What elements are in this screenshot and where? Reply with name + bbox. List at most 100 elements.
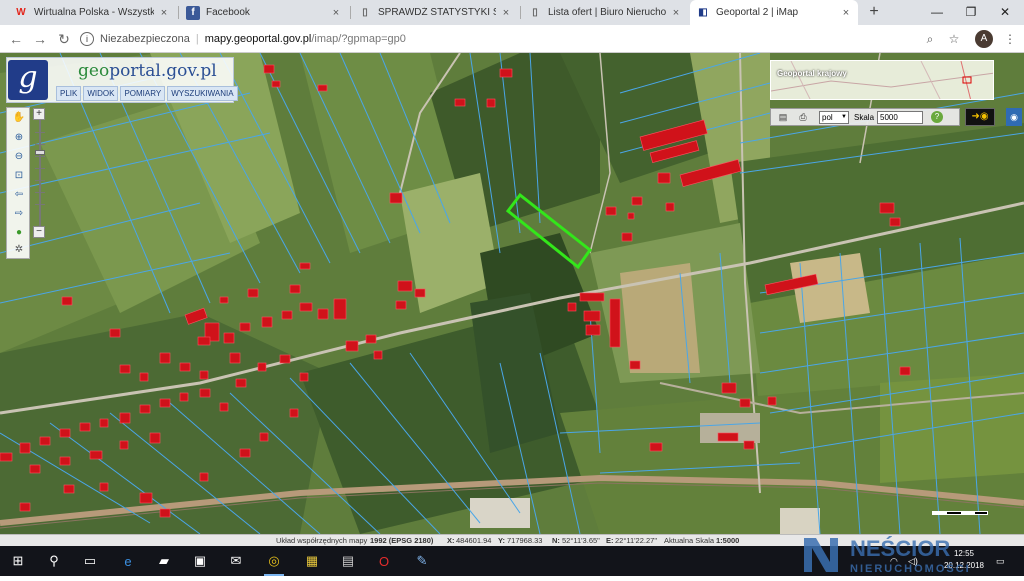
store-icon[interactable]: ▣ bbox=[188, 549, 212, 573]
tab-title: SPRAWDŹ STATYSTYKI SERWIS bbox=[378, 7, 496, 18]
zoom-tick bbox=[35, 168, 45, 169]
n-label: N: bbox=[552, 536, 560, 545]
layers-icon[interactable]: ▤ bbox=[777, 112, 789, 123]
zoom-slider-handle[interactable] bbox=[35, 150, 45, 155]
facebook-icon: f bbox=[186, 5, 200, 20]
zoom-tick bbox=[35, 192, 45, 193]
document-icon[interactable]: ▤ bbox=[336, 549, 360, 573]
n-value: 52°11'3.65" bbox=[562, 536, 600, 545]
geoportal-icon: ◧ bbox=[698, 7, 708, 18]
menu-plik[interactable]: PLIK bbox=[56, 86, 82, 101]
current-scale-value: 1:5000 bbox=[716, 536, 740, 545]
avatar[interactable]: A bbox=[975, 30, 993, 48]
close-window-button[interactable]: ✕ bbox=[988, 0, 1022, 25]
crs-label: Układ współrzędnych mapy bbox=[276, 536, 368, 545]
app-icon[interactable]: ▦ bbox=[300, 549, 324, 573]
x-value: 484601.94 bbox=[456, 536, 492, 545]
zoom-box-icon[interactable]: ⊡ bbox=[12, 170, 26, 182]
wp-icon: W bbox=[16, 7, 26, 18]
map-tools-panel: ✋ ⊕ ⊖ ⊡ ⇦ ⇨ ● ✲ bbox=[6, 107, 30, 259]
search-icon[interactable]: ⌕ bbox=[920, 29, 940, 49]
zoom-plus-button[interactable]: + bbox=[33, 108, 45, 120]
full-extent-icon[interactable]: ✲ bbox=[12, 244, 26, 256]
overview-title: Geoportal krajowy bbox=[777, 69, 847, 78]
watermark-graphic: NEŚCIOR NIERUCHOMOŚCI bbox=[804, 536, 971, 575]
minimize-button[interactable]: — bbox=[920, 0, 954, 25]
pan-hand-icon[interactable]: ✋ bbox=[12, 112, 26, 124]
logo-rest: portal.gov.pl bbox=[109, 61, 217, 81]
file-explorer-icon[interactable]: ▰ bbox=[152, 549, 176, 573]
tab-statystyki[interactable]: ▯ SPRAWDŹ STATYSTYKI SERWIS × bbox=[352, 0, 518, 25]
menu-wyszukiwania[interactable]: WYSZUKIWANIA bbox=[167, 86, 238, 101]
help-icon[interactable]: ? bbox=[931, 111, 943, 123]
tab-facebook[interactable]: f Facebook × bbox=[180, 0, 348, 25]
opera-icon[interactable]: O bbox=[372, 549, 396, 573]
close-icon[interactable]: × bbox=[500, 7, 512, 19]
menu-dots-icon[interactable]: ⋮ bbox=[1000, 29, 1020, 49]
chrome-icon[interactable]: ◎ bbox=[262, 549, 286, 576]
bookmark-star-icon[interactable]: ☆ bbox=[944, 29, 964, 49]
zoom-tick bbox=[35, 132, 45, 133]
address-bar[interactable]: i Niezabezpieczona | mapy.geoportal.gov.… bbox=[80, 29, 880, 49]
paint-icon[interactable]: ✎ bbox=[410, 549, 434, 573]
scale-bar bbox=[932, 511, 988, 515]
previous-extent-icon[interactable]: ⇦ bbox=[12, 189, 26, 201]
next-extent-icon[interactable]: ⇨ bbox=[12, 208, 26, 220]
tab-strip: W Wirtualna Polska - Wszystko co × f Fac… bbox=[0, 0, 1024, 25]
tab-title: Wirtualna Polska - Wszystko co bbox=[34, 7, 154, 18]
tab-wirtualna-polska[interactable]: W Wirtualna Polska - Wszystko co × bbox=[8, 0, 176, 25]
zoom-tick bbox=[35, 144, 45, 145]
geoportal-logo[interactable]: g bbox=[8, 60, 48, 100]
edge-browser-icon[interactable]: e bbox=[116, 549, 140, 573]
tab-title: Geoportal 2 | iMap bbox=[716, 7, 799, 18]
menu-pomiary[interactable]: POMIARY bbox=[120, 86, 166, 101]
forward-arrow-icon[interactable]: → bbox=[30, 29, 50, 49]
current-scale-label: Aktualna Skala bbox=[664, 536, 715, 545]
restore-button[interactable]: ❐ bbox=[954, 0, 988, 25]
url-path: /imap/?gpmap=gp0 bbox=[311, 33, 406, 45]
zoom-tick bbox=[35, 180, 45, 181]
zoom-minus-button[interactable]: − bbox=[33, 226, 45, 238]
overview-map[interactable]: Geoportal krajowy bbox=[770, 60, 994, 100]
close-icon[interactable]: × bbox=[670, 7, 682, 19]
logo-wordmark: geoportal.gov.pl bbox=[78, 61, 217, 81]
crs-value: 1992 (EPSG 2180) bbox=[370, 536, 434, 545]
identify-info-icon[interactable]: ● bbox=[12, 227, 26, 239]
info-icon[interactable]: i bbox=[80, 32, 94, 46]
print-icon[interactable]: ⎙ bbox=[797, 112, 809, 123]
e-label: E: bbox=[606, 536, 614, 545]
windows-start-icon[interactable]: ⊞ bbox=[6, 549, 30, 573]
close-icon[interactable]: × bbox=[158, 7, 170, 19]
security-label: Niezabezpieczona bbox=[100, 33, 190, 45]
zoom-in-icon[interactable]: ⊕ bbox=[12, 132, 26, 144]
navigation-bar: ← → ↻ i Niezabezpieczona | mapy.geoporta… bbox=[0, 25, 1024, 53]
y-label: Y: bbox=[498, 536, 505, 545]
tab-geoportal[interactable]: ◧ Geoportal 2 | iMap × bbox=[690, 0, 858, 25]
scale-input[interactable]: 5000 bbox=[877, 111, 923, 124]
task-view-icon[interactable]: ▭ bbox=[78, 549, 102, 573]
zoom-slider-track[interactable] bbox=[39, 113, 41, 227]
url-host: mapy.geoportal.gov.pl bbox=[204, 33, 312, 45]
search-icon[interactable]: ⚲ bbox=[42, 549, 66, 573]
tab-lista-ofert[interactable]: ▯ Lista ofert | Biuro Nieruchomo × bbox=[522, 0, 688, 25]
close-icon[interactable]: × bbox=[330, 7, 342, 19]
scale-label: Skala bbox=[854, 113, 875, 122]
tab-separator bbox=[350, 6, 351, 19]
language-select[interactable]: pol bbox=[819, 111, 849, 124]
menu-widok[interactable]: WIDOK bbox=[83, 86, 119, 101]
watermark-bottom-text: NIERUCHOMOŚCI bbox=[850, 562, 971, 575]
zoom-tick bbox=[35, 156, 45, 157]
zoom-out-icon[interactable]: ⊖ bbox=[12, 151, 26, 163]
zoom-tick bbox=[35, 204, 45, 205]
reload-icon[interactable]: ↻ bbox=[54, 29, 74, 49]
page-icon: ▯ bbox=[362, 7, 368, 18]
back-arrow-icon[interactable]: ← bbox=[6, 29, 26, 49]
page-icon: ▯ bbox=[532, 7, 538, 18]
tab-separator bbox=[520, 6, 521, 19]
close-icon[interactable]: × bbox=[840, 7, 852, 19]
mail-icon[interactable]: ✉ bbox=[224, 549, 248, 573]
eye-icon[interactable]: ◉ bbox=[1006, 108, 1022, 126]
tab-separator bbox=[178, 6, 179, 19]
new-tab-button[interactable]: + bbox=[864, 2, 884, 22]
eye-toggle-button[interactable]: ➜◉ bbox=[965, 108, 995, 126]
